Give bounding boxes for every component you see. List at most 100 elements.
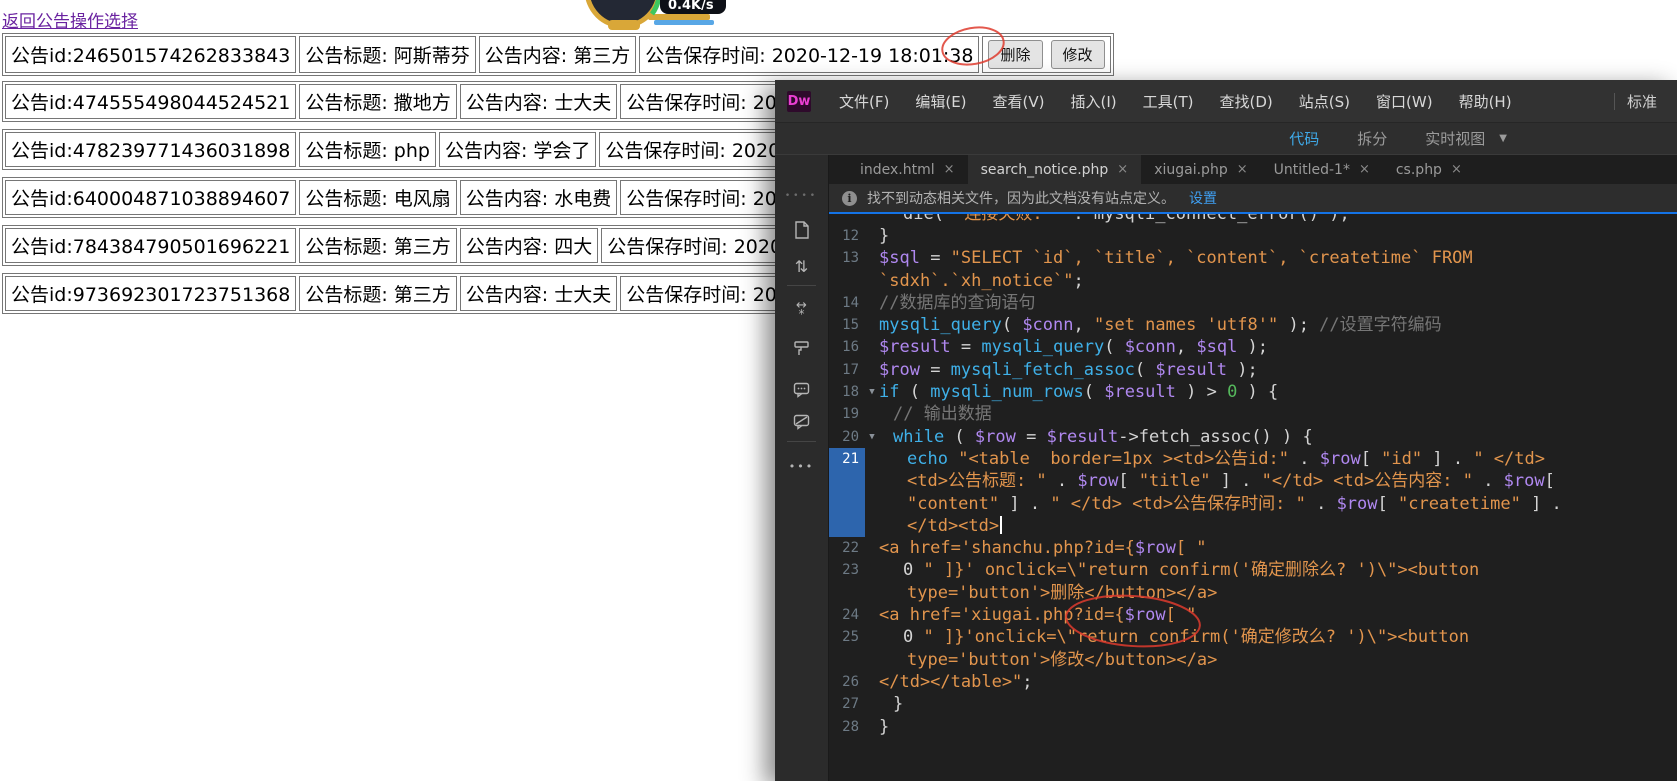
view-mode-split[interactable]: 拆分 bbox=[1357, 128, 1387, 149]
sort-move-icon[interactable]: ⇅ bbox=[775, 251, 828, 281]
text-cursor bbox=[1000, 515, 1003, 534]
code-line: <td>公告标题: " . $row[ "title" ] . "</td> <… bbox=[829, 470, 1677, 493]
menu-item[interactable]: 窗口(W) bbox=[1363, 93, 1446, 111]
line-number-gutter[interactable]: 24 bbox=[829, 604, 865, 626]
code-line-text: $result = mysqli_query( $conn, $sql ); bbox=[879, 337, 1269, 358]
code-line: 25 0 " ]}'onclick=\"return confirm('确定修改么… bbox=[829, 626, 1677, 648]
site-setup-link[interactable]: 设置 bbox=[1189, 188, 1217, 208]
menu-item[interactable]: 插入(I) bbox=[1058, 93, 1130, 111]
back-to-operations-link[interactable]: 返回公告操作选择 bbox=[2, 7, 138, 32]
tab-close-icon[interactable]: × bbox=[1237, 162, 1248, 177]
menu-item[interactable]: 帮助(H) bbox=[1446, 93, 1525, 111]
format-source-icon[interactable] bbox=[775, 333, 828, 363]
tab-close-icon[interactable]: × bbox=[1451, 162, 1462, 177]
line-number-gutter[interactable]: 14 bbox=[829, 292, 865, 314]
view-mode-code[interactable]: 代码 bbox=[1289, 128, 1319, 149]
line-number-gutter[interactable]: 28 bbox=[829, 716, 865, 738]
code-line-text: } bbox=[893, 694, 904, 715]
open-documents-icon[interactable] bbox=[775, 215, 828, 245]
line-number-gutter[interactable]: 20 bbox=[829, 426, 865, 448]
more-tools-icon[interactable]: ••• bbox=[775, 451, 828, 481]
announcement-id-cell: 公告id:640004871038894607 bbox=[5, 180, 297, 215]
menu-item[interactable]: 站点(S) bbox=[1286, 93, 1363, 111]
file-tab[interactable]: cs.php × bbox=[1383, 155, 1475, 184]
file-tab-label: xiugai.php bbox=[1154, 161, 1228, 178]
announcement-time-cell: 公告保存时间: 2020-12-19 18:01:38 bbox=[639, 36, 980, 73]
line-number-gutter[interactable]: 26 bbox=[829, 671, 865, 693]
file-tab[interactable]: search_notice.php × bbox=[967, 155, 1142, 184]
line-number-gutter[interactable]: 22 bbox=[829, 537, 865, 559]
line-number-gutter[interactable] bbox=[829, 514, 865, 538]
menu-item[interactable]: 编辑(E) bbox=[902, 93, 979, 111]
line-number-gutter[interactable]: 25 bbox=[829, 626, 865, 648]
fold-collapse-icon[interactable]: ▼ bbox=[865, 426, 879, 448]
line-number-gutter[interactable] bbox=[829, 270, 865, 292]
code-line: 14 //数据库的查询语句 bbox=[829, 292, 1677, 314]
line-number-gutter[interactable]: 18 bbox=[829, 381, 865, 403]
line-number-gutter[interactable]: 12 bbox=[829, 225, 865, 247]
view-mode-live[interactable]: 实时视图 ▼ bbox=[1425, 128, 1507, 149]
toolbar-divider bbox=[787, 285, 816, 286]
line-number-gutter[interactable]: 23 bbox=[829, 559, 865, 581]
code-line: `sdxh`.`xh_notice`"; bbox=[829, 270, 1677, 292]
toolbar-grip[interactable]: •••• bbox=[775, 181, 828, 211]
announcement-title-cell: 公告标题: 阿斯蒂芬 bbox=[299, 36, 476, 73]
tab-close-icon[interactable]: × bbox=[1117, 162, 1128, 177]
line-number-gutter[interactable] bbox=[829, 649, 865, 671]
code-line-text: <td>公告标题: " . $row[ "title" ] . "</td> <… bbox=[907, 471, 1555, 492]
code-line-text: $sql = "SELECT `id`, `title`, `content`,… bbox=[879, 248, 1473, 269]
chevron-down-icon[interactable]: ▼ bbox=[1499, 133, 1507, 144]
line-number-gutter[interactable]: 17 bbox=[829, 359, 865, 381]
code-line: "content" ] . " </td> <td>公告保存时间: " . $r… bbox=[829, 492, 1677, 515]
line-number-gutter[interactable] bbox=[829, 214, 865, 225]
menu-item[interactable]: 工具(T) bbox=[1130, 93, 1207, 111]
file-tab[interactable]: Untitled-1* × bbox=[1261, 155, 1383, 184]
line-number-gutter[interactable] bbox=[829, 470, 865, 493]
code-line-text: `sdxh`.`xh_notice`"; bbox=[879, 270, 1084, 291]
line-number-gutter[interactable]: 27 bbox=[829, 693, 865, 715]
fold-collapse-icon[interactable]: ▼ bbox=[865, 381, 879, 403]
announcement-title-cell: 公告标题: php bbox=[299, 132, 436, 167]
line-number-gutter[interactable]: 16 bbox=[829, 336, 865, 358]
tab-close-icon[interactable]: × bbox=[1359, 162, 1370, 177]
line-number-gutter[interactable]: 21 bbox=[829, 447, 865, 471]
menu-item[interactable]: 查看(V) bbox=[980, 93, 1058, 111]
line-number-gutter[interactable] bbox=[829, 492, 865, 515]
menu-separator bbox=[1613, 92, 1615, 110]
word-wrap-icon[interactable]: ↔ * bbox=[775, 295, 828, 325]
line-number-gutter[interactable] bbox=[829, 582, 865, 604]
view-mode-live-label: 实时视图 bbox=[1425, 130, 1486, 148]
announcement-content-cell: 公告内容: 四大 bbox=[459, 228, 599, 263]
menu-item[interactable]: 文件(F) bbox=[826, 93, 902, 111]
announcement-id-cell: 公告id:973692301723751368 bbox=[5, 276, 297, 311]
speed-overlay-widget[interactable]: 0.4K/s bbox=[520, 0, 732, 34]
code-editor[interactable]: die( "连接失败: " . mysqli_connect_error() )… bbox=[829, 214, 1677, 781]
modify-button[interactable]: 修改 bbox=[1050, 40, 1105, 69]
workspace-switcher[interactable]: 标准 bbox=[1627, 91, 1677, 112]
gold-bar bbox=[648, 14, 710, 20]
line-number-gutter[interactable]: 13 bbox=[829, 247, 865, 269]
menu-item[interactable]: 查找(D) bbox=[1207, 93, 1286, 111]
tab-close-icon[interactable]: × bbox=[944, 162, 955, 177]
file-tab[interactable]: index.html × bbox=[847, 155, 968, 184]
file-tab[interactable]: xiugai.php × bbox=[1141, 155, 1260, 184]
line-number-gutter[interactable]: 19 bbox=[829, 403, 865, 425]
dreamweaver-logo[interactable]: Dw bbox=[787, 90, 811, 112]
line-number-gutter[interactable]: 15 bbox=[829, 314, 865, 336]
code-line-text: // 输出数据 bbox=[893, 404, 992, 425]
menu-items: 文件(F) 编辑(E) 查看(V) 插入(I) 工具(T) 查找(D) 站点(S) 窗口(W)… bbox=[826, 91, 1602, 112]
remove-comment-icon[interactable] bbox=[775, 407, 828, 437]
code-line: 17 $row = mysqli_fetch_assoc( $result ); bbox=[829, 359, 1677, 381]
code-line-text: $row = mysqli_fetch_assoc( $result ); bbox=[879, 359, 1258, 380]
announcement-content-cell: 公告内容: 士大夫 bbox=[459, 276, 618, 311]
document-toolbar: 代码 拆分 实时视图 ▼ bbox=[775, 123, 1677, 155]
apply-comment-icon[interactable] bbox=[775, 375, 828, 405]
delete-button[interactable]: 删除 bbox=[988, 40, 1043, 69]
